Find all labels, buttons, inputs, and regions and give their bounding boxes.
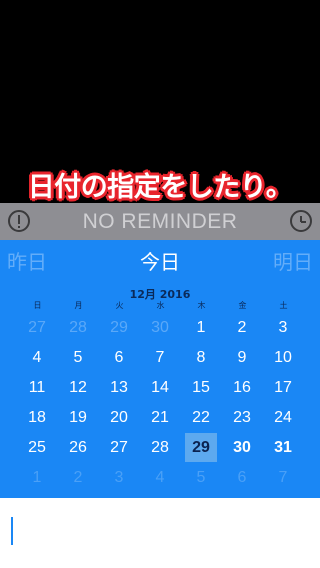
weekday-label: 月 [74, 301, 83, 310]
date-cell[interactable]: 18 [21, 403, 53, 432]
day-nav: 昨日 今日 明日 [0, 240, 320, 284]
date-cell[interactable]: 16 [226, 373, 258, 402]
date-cell[interactable]: 12 [62, 373, 94, 402]
calendar-panel: 昨日 今日 明日 12月 2016 日月火水木金土 27 28 29 30 1 2 3 4 5 6… [0, 240, 320, 498]
date-cell[interactable]: 5 [62, 343, 94, 372]
date-cell[interactable]: 4 [21, 343, 53, 372]
date-cell[interactable]: 7 [267, 463, 299, 492]
no-reminder-label[interactable]: NO REMINDER [0, 203, 320, 240]
weekday-label: 日 [33, 301, 42, 310]
date-cell[interactable]: 30 [226, 433, 258, 462]
date-cell[interactable]: 30 [144, 313, 176, 342]
date-cell[interactable]: 26 [62, 433, 94, 462]
date-cell[interactable]: 8 [185, 343, 217, 372]
date-cell[interactable]: 7 [144, 343, 176, 372]
date-cell[interactable]: 19 [62, 403, 94, 432]
date-cell[interactable]: 24 [267, 403, 299, 432]
weekday-label: 金 [238, 301, 247, 310]
date-cell[interactable]: 22 [185, 403, 217, 432]
tomorrow-button[interactable]: 明日 [273, 248, 313, 276]
date-cell[interactable]: 3 [267, 313, 299, 342]
overlay-caption: 日付の指定をしたり。 [27, 172, 293, 203]
weekday-label: 木 [197, 301, 206, 310]
date-cell[interactable]: 3 [103, 463, 135, 492]
clock-icon[interactable] [290, 210, 312, 232]
date-cell[interactable]: 2 [62, 463, 94, 492]
date-cell[interactable]: 28 [144, 433, 176, 462]
date-cell[interactable]: 28 [62, 313, 94, 342]
date-cell[interactable]: 27 [21, 313, 53, 342]
today-button[interactable]: 今日 [0, 248, 320, 276]
date-cell[interactable]: 31 [267, 433, 299, 462]
weekday-label: 火 [115, 301, 124, 310]
date-cell[interactable]: 1 [185, 313, 217, 342]
date-cell[interactable]: 20 [103, 403, 135, 432]
date-cell[interactable]: 23 [226, 403, 258, 432]
date-cell[interactable]: 15 [185, 373, 217, 402]
text-caret [11, 517, 13, 545]
date-cell[interactable]: 10 [267, 343, 299, 372]
date-cell[interactable]: 11 [21, 373, 53, 402]
weekday-label: 水 [156, 301, 165, 310]
date-cell[interactable]: 25 [21, 433, 53, 462]
date-cell[interactable]: 6 [226, 463, 258, 492]
reminder-bar[interactable]: NO REMINDER [0, 203, 320, 240]
date-cell[interactable]: 29 [103, 313, 135, 342]
selected-date-cell[interactable]: 29 [185, 433, 217, 462]
date-cell[interactable]: 5 [185, 463, 217, 492]
date-cell[interactable]: 14 [144, 373, 176, 402]
date-cell[interactable]: 6 [103, 343, 135, 372]
date-cell[interactable]: 21 [144, 403, 176, 432]
date-cell[interactable]: 4 [144, 463, 176, 492]
date-cell[interactable]: 17 [267, 373, 299, 402]
date-cell[interactable]: 2 [226, 313, 258, 342]
weekday-label: 土 [279, 301, 288, 310]
date-cell[interactable]: 27 [103, 433, 135, 462]
date-cell[interactable]: 9 [226, 343, 258, 372]
date-cell[interactable]: 1 [21, 463, 53, 492]
date-cell[interactable]: 13 [103, 373, 135, 402]
text-editor[interactable] [0, 498, 320, 568]
weekday-header: 日月火水木金土 [0, 300, 320, 314]
